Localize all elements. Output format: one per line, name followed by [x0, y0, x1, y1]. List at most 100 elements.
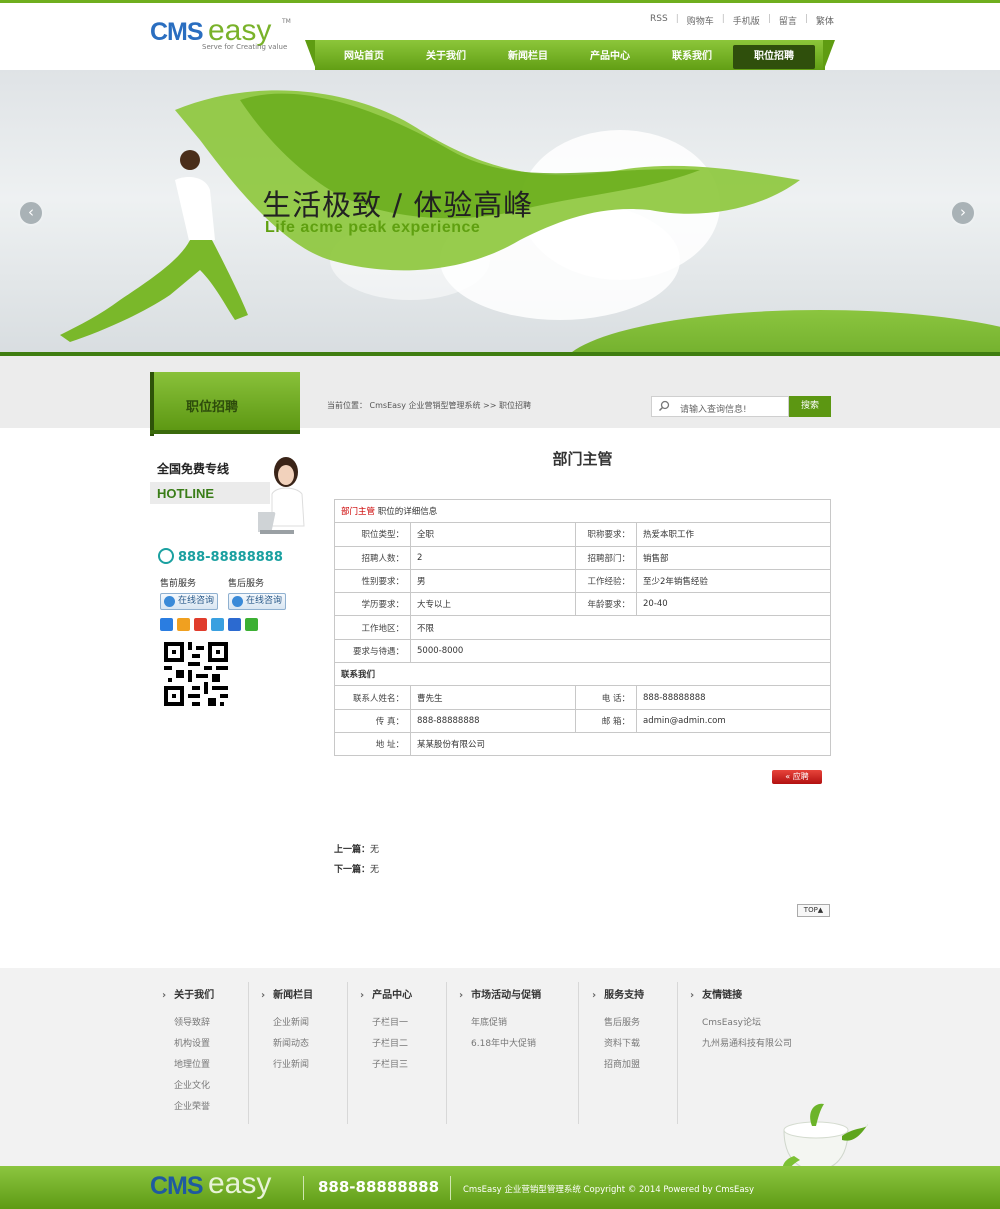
footer-link[interactable]: 地理位置 — [162, 1057, 214, 1078]
footer-link[interactable]: CmsEasy论坛 — [690, 1015, 792, 1036]
field-label: 职位类型： — [334, 522, 411, 547]
footer-link[interactable]: 子栏目二 — [360, 1036, 412, 1057]
footer-divider — [248, 982, 249, 1124]
nav-right-wing — [823, 40, 835, 72]
footer-link[interactable]: 企业荣誉 — [162, 1099, 214, 1120]
nav-item-products[interactable]: 产品中心 — [569, 45, 651, 69]
back-to-top-button[interactable]: TOP▲ — [797, 904, 830, 917]
footer-logo-cms: CMS — [150, 1172, 204, 1200]
section-box-bottom — [150, 430, 300, 434]
search-button[interactable]: 搜索 — [789, 396, 831, 417]
footer-link[interactable]: 资料下载 — [592, 1036, 644, 1057]
table-row: 地 址： 某某股份有限公司 — [334, 731, 831, 757]
field-label: 联系人姓名： — [334, 685, 411, 710]
presale-consult-button[interactable]: 在线咨询 — [160, 593, 218, 610]
share-wechat-icon[interactable] — [245, 618, 258, 631]
footer-link[interactable]: 子栏目三 — [360, 1057, 412, 1078]
footer-col-title[interactable]: 产品中心 — [360, 986, 412, 1001]
footer-link[interactable]: 领导致辞 — [162, 1015, 214, 1036]
bottom-bar: CMS easy 888-88888888 CmsEasy 企业营销型管理系统 … — [0, 1166, 1000, 1209]
site-logo[interactable]: CMS easy TM Serve for Creating value — [150, 14, 291, 52]
aftersale-consult-button[interactable]: 在线咨询 — [228, 593, 286, 610]
breadcrumb[interactable]: 当前位置： CmsEasy 企业营销型管理系统 >> 职位招聘 — [327, 400, 531, 411]
prev-article[interactable]: 上一篇：无 — [334, 842, 379, 855]
banner-prev-button[interactable]: ‹ — [18, 200, 44, 226]
footer-link[interactable]: 售后服务 — [592, 1015, 644, 1036]
footer-link[interactable]: 新闻动态 — [261, 1036, 313, 1057]
footer-link[interactable]: 企业文化 — [162, 1078, 214, 1099]
decorative-cup-image — [782, 1103, 868, 1175]
logo-slogan: Serve for Creating value — [202, 43, 288, 51]
copyright: CmsEasy 企业营销型管理系统 Copyright © 2014 Power… — [463, 1185, 755, 1195]
footer-link[interactable]: 年底促销 — [459, 1015, 541, 1036]
chevron-left-icon: ‹ — [28, 203, 34, 221]
footer-logo[interactable]: CMS easy — [150, 1167, 290, 1204]
nav-item-news[interactable]: 新闻栏目 — [487, 45, 569, 69]
search-icon — [658, 400, 670, 412]
table-row: 联系我们 — [334, 662, 831, 687]
field-label: 工作地区： — [334, 615, 411, 640]
footer-col-products: 产品中心 子栏目一 子栏目二 子栏目三 — [360, 986, 412, 1146]
nav-item-about[interactable]: 关于我们 — [405, 45, 487, 69]
share-qzone-icon[interactable] — [177, 618, 190, 631]
table-row: 招聘人数： 2 招聘部门： 销售部 — [334, 545, 831, 570]
field-label: 工作经验： — [575, 568, 637, 594]
footer-col-title[interactable]: 关于我们 — [162, 986, 214, 1001]
footer-link[interactable]: 招商加盟 — [592, 1057, 644, 1078]
footer-col-support: 服务支持 售后服务 资料下载 招商加盟 — [592, 986, 644, 1146]
share-renren-icon[interactable] — [228, 618, 241, 631]
share-more-icon[interactable] — [160, 618, 173, 631]
footer-link[interactable]: 6.18年中大促销 — [459, 1036, 541, 1057]
hotline-phone: 888-88888888 — [158, 548, 283, 565]
nav-item-home[interactable]: 网站首页 — [323, 45, 405, 69]
search-placeholder: 请输入查询信息! — [680, 405, 747, 415]
share-icons — [160, 618, 258, 631]
search-input[interactable]: 请输入查询信息! — [651, 396, 789, 417]
section-title: 职位招聘 — [186, 400, 239, 415]
footer-col-title[interactable]: 新闻栏目 — [261, 986, 313, 1001]
footer-col-title[interactable]: 市场活动与促销 — [459, 986, 541, 1001]
field-value: 888-88888888 — [636, 685, 831, 710]
nav-item-contact[interactable]: 联系我们 — [651, 45, 733, 69]
toplink-cart[interactable]: 购物车 — [679, 14, 722, 28]
apply-button[interactable]: « 应聘 — [772, 770, 822, 784]
field-label: 职称要求： — [575, 522, 637, 547]
hotline-box: 全国免费专线 HOTLINE — [150, 450, 310, 556]
share-weibo-icon[interactable] — [194, 618, 207, 631]
table-row: 性别要求：男工作经验： 至少2年销售经验 — [334, 568, 831, 594]
top-accent-line — [0, 0, 1000, 3]
toplink-mobile[interactable]: 手机版 — [725, 14, 768, 28]
phone-icon — [158, 548, 174, 564]
banner-next-button[interactable]: › — [950, 200, 976, 226]
footer-link[interactable]: 子栏目一 — [360, 1015, 412, 1036]
toplink-rss[interactable]: RSS — [642, 14, 676, 28]
footer-divider — [677, 982, 678, 1124]
share-tqq-icon[interactable] — [211, 618, 224, 631]
footer-link[interactable]: 机构设置 — [162, 1036, 214, 1057]
field-value: 曹先生 — [410, 685, 576, 710]
footer-divider — [446, 982, 447, 1124]
next-article[interactable]: 下一篇：无 — [334, 862, 379, 875]
footer-col-title[interactable]: 友情链接 — [690, 986, 792, 1001]
field-label: 学历要求： — [334, 592, 411, 617]
bottom-divider — [450, 1176, 451, 1200]
footer-col-promotions: 市场活动与促销 年底促销 6.18年中大促销 — [459, 986, 541, 1146]
footer-col-about: 关于我们 领导致辞 机构设置 地理位置 企业文化 企业荣誉 — [162, 986, 214, 1146]
toplink-message[interactable]: 留言 — [771, 14, 805, 28]
detail-heading-text: 职位的详细信息 — [375, 507, 438, 518]
figure-legs — [60, 240, 248, 342]
footer-link[interactable]: 九州易通科技有限公司 — [690, 1036, 792, 1057]
banner-title: 生活极致 / 体验高峰 — [262, 188, 534, 222]
field-value: 大专以上 — [410, 592, 576, 617]
field-value: 全职 — [410, 522, 576, 547]
job-title: 部门主管 — [552, 450, 613, 468]
footer-link[interactable]: 企业新闻 — [261, 1015, 313, 1036]
footer-logo-easy: easy — [208, 1167, 272, 1200]
nav-item-jobs[interactable]: 职位招聘 — [733, 45, 815, 69]
hotline-en: HOTLINE — [157, 486, 215, 501]
chat-icon — [232, 596, 243, 607]
consult-label: 在线咨询 — [246, 596, 283, 606]
toplink-traditional[interactable]: 繁体 — [808, 14, 842, 28]
footer-link[interactable]: 行业新闻 — [261, 1057, 313, 1078]
footer-col-title[interactable]: 服务支持 — [592, 986, 644, 1001]
